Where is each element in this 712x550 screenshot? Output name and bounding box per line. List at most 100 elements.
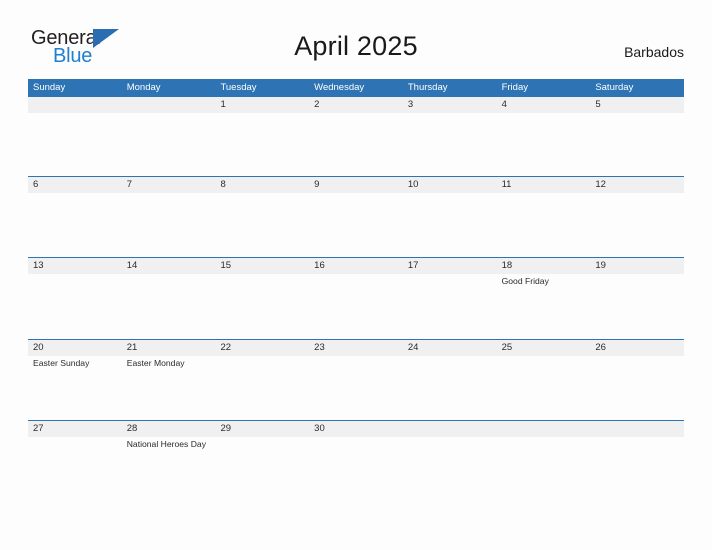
day-number[interactable]: 25 [497,340,591,356]
page-header: General Blue April 2025 Barbados [0,0,712,66]
day-event[interactable] [403,113,497,176]
day-number[interactable]: 23 [309,340,403,356]
day-number[interactable] [122,97,216,113]
day-event[interactable] [215,113,309,176]
day-event[interactable] [403,356,497,420]
day-event[interactable] [590,356,684,420]
day-number[interactable]: 7 [122,177,216,193]
day-number[interactable]: 27 [28,421,122,437]
day-number[interactable] [590,421,684,437]
day-number[interactable]: 16 [309,258,403,274]
day-number[interactable]: 1 [215,97,309,113]
day-number[interactable]: 5 [590,97,684,113]
day-event[interactable] [497,193,591,257]
week-date-band: 27 28 29 30 [28,421,684,437]
weekday-header-tuesday: Tuesday [220,82,257,93]
day-number[interactable]: 12 [590,177,684,193]
day-event[interactable] [215,274,309,339]
day-event[interactable] [28,113,122,176]
day-event[interactable] [122,193,216,257]
day-number[interactable]: 20 [28,340,122,356]
day-number[interactable]: 30 [309,421,403,437]
day-event[interactable] [215,356,309,420]
day-event[interactable] [497,437,591,542]
weekday-header-wednesday: Wednesday [314,82,365,93]
day-number[interactable]: 17 [403,258,497,274]
day-event[interactable] [590,437,684,542]
day-number[interactable]: 6 [28,177,122,193]
day-event[interactable] [215,437,309,542]
week-date-band: 13 14 15 16 17 18 19 [28,258,684,274]
day-number[interactable]: 11 [497,177,591,193]
day-event[interactable]: Good Friday [497,274,591,339]
week-date-band: 20 21 22 23 24 25 26 [28,340,684,356]
day-number[interactable]: 2 [309,97,403,113]
day-number[interactable]: 26 [590,340,684,356]
day-event[interactable] [403,437,497,542]
week-row: 13 14 15 16 17 18 19 Good Friday [28,257,684,339]
weekday-header-monday: Monday [126,82,161,93]
week-events-band: National Heroes Day [28,437,684,542]
day-event[interactable] [28,193,122,257]
week-events-band: Good Friday [28,274,684,339]
day-number[interactable] [403,421,497,437]
weekday-header-saturday: Saturday [595,82,634,93]
calendar-page: General Blue April 2025 Barbados Sunday … [0,0,712,550]
day-event[interactable] [28,437,122,542]
day-event[interactable] [122,274,216,339]
day-number[interactable]: 19 [590,258,684,274]
page-title: April 2025 [294,31,418,61]
day-number[interactable]: 24 [403,340,497,356]
day-number[interactable] [28,97,122,113]
day-event[interactable] [309,193,403,257]
weekday-header-thursday: Thursday [407,82,448,93]
event-label: National Heroes Day [126,439,207,449]
day-event[interactable] [215,193,309,257]
day-number[interactable]: 14 [122,258,216,274]
day-event[interactable] [309,113,403,176]
week-row: 6 7 8 9 10 11 12 [28,176,684,257]
day-number[interactable]: 21 [122,340,216,356]
week-events-band [28,113,684,176]
week-date-band: 6 7 8 9 10 11 12 [28,177,684,193]
week-row: 20 21 22 23 24 25 26 Easter Sunday Easte… [28,339,684,420]
day-number[interactable]: 13 [28,258,122,274]
day-event[interactable] [497,113,591,176]
day-event[interactable] [590,274,684,339]
weekday-header-friday: Friday [501,82,528,93]
week-date-band: 1 2 3 4 5 [28,97,684,113]
calendar-grid: Sunday Monday Tuesday Wednesday Thursday… [28,79,684,542]
weekday-header-row: Sunday Monday Tuesday Wednesday Thursday… [28,79,684,96]
region-label: Barbados [624,44,684,60]
day-event[interactable] [403,274,497,339]
day-event[interactable]: Easter Sunday [28,356,122,420]
day-number[interactable]: 10 [403,177,497,193]
day-event[interactable]: National Heroes Day [122,437,216,542]
day-event[interactable]: Easter Monday [122,356,216,420]
event-label: Easter Monday [126,358,185,368]
day-event[interactable] [403,193,497,257]
day-number[interactable]: 22 [215,340,309,356]
day-number[interactable]: 15 [215,258,309,274]
day-number[interactable]: 29 [215,421,309,437]
event-label: Good Friday [501,276,549,286]
day-event[interactable] [309,356,403,420]
day-event[interactable] [497,356,591,420]
day-number[interactable] [497,421,591,437]
day-event[interactable] [309,274,403,339]
day-number[interactable]: 8 [215,177,309,193]
week-events-band [28,193,684,257]
day-number[interactable]: 4 [497,97,591,113]
day-number[interactable]: 9 [309,177,403,193]
day-event[interactable] [590,113,684,176]
day-event[interactable] [122,113,216,176]
day-number[interactable]: 18 [497,258,591,274]
day-number[interactable]: 28 [122,421,216,437]
day-event[interactable] [309,437,403,542]
event-label: Easter Sunday [33,358,90,368]
day-event[interactable] [28,274,122,339]
day-number[interactable]: 3 [403,97,497,113]
week-row: 1 2 3 4 5 [28,96,684,176]
day-event[interactable] [590,193,684,257]
week-events-band: Easter Sunday Easter Monday [28,356,684,420]
